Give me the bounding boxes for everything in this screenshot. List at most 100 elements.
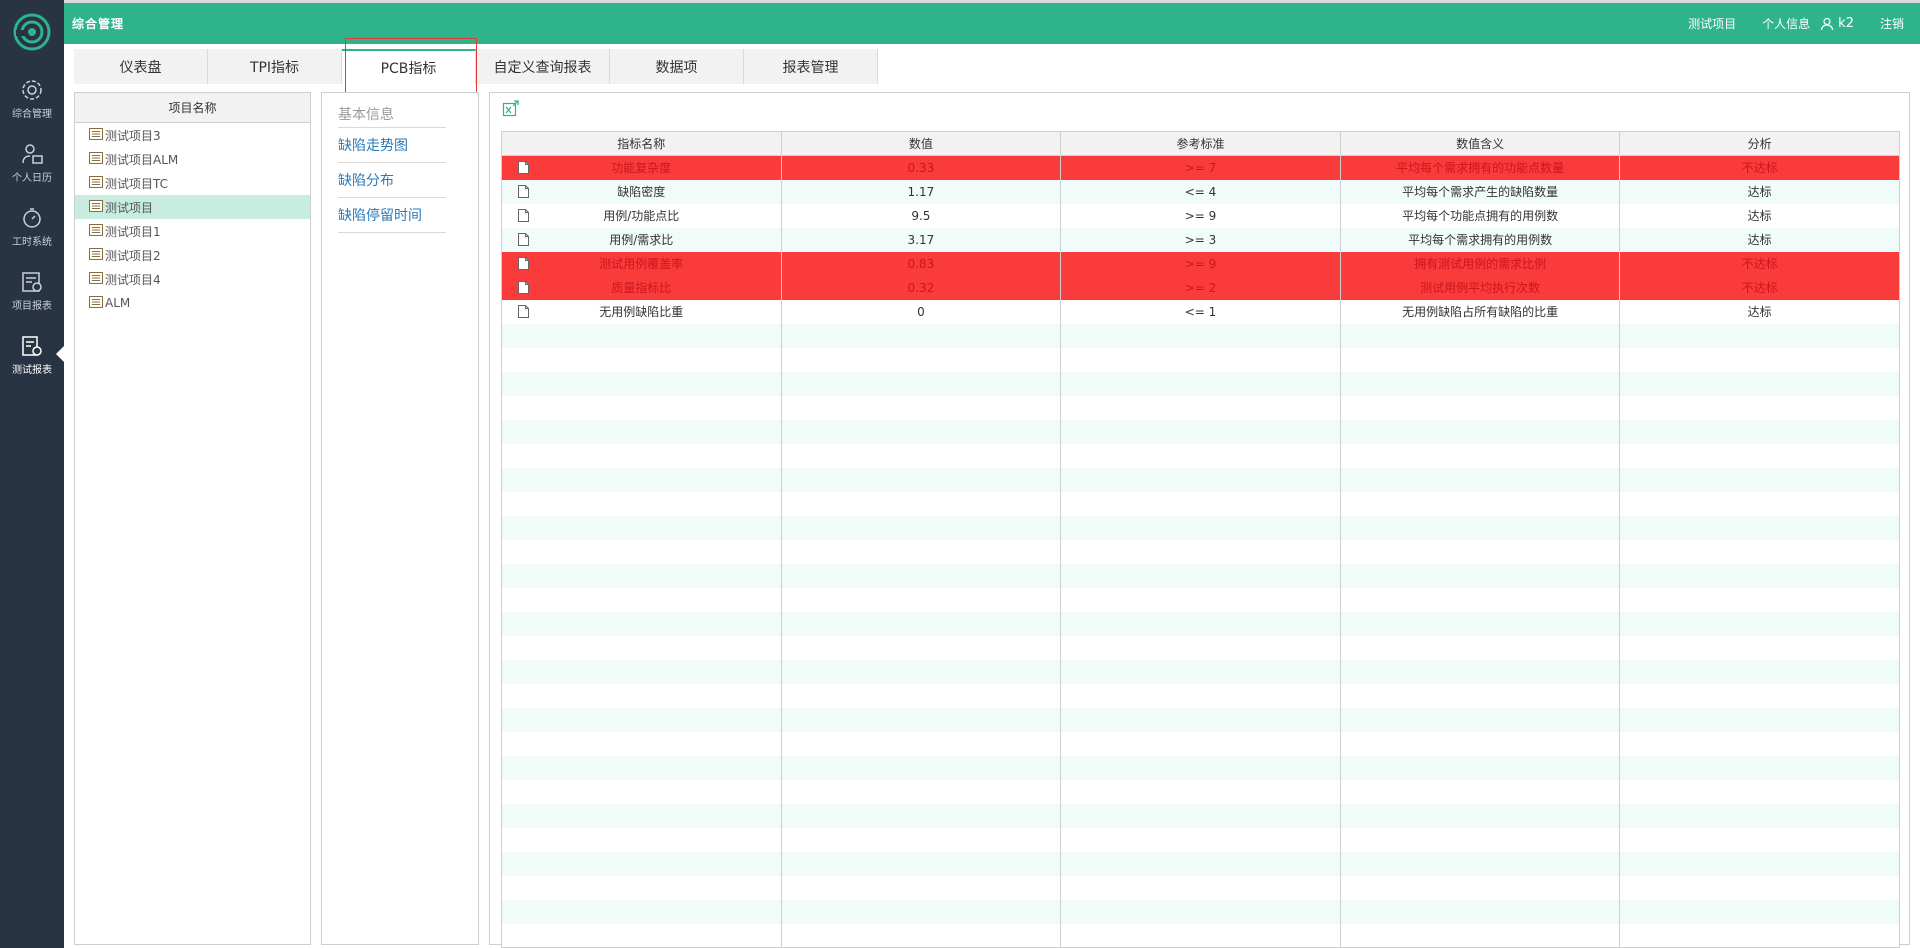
empty-cell <box>1619 515 1900 540</box>
project-name: 测试项目3 <box>105 128 161 143</box>
table-row[interactable]: 无用例缺陷比重 0 <= 1 无用例缺陷占所有缺陷的比重 达标 <box>501 299 1900 324</box>
empty-cell <box>1060 851 1341 876</box>
empty-cell <box>780 587 1062 612</box>
empty-cell <box>501 683 782 708</box>
personal-info-link[interactable]: 个人信息 <box>1762 15 1810 32</box>
table-row-empty <box>501 539 1900 564</box>
empty-cell <box>501 587 782 612</box>
metrics-table: 指标名称 数值 参考标准 数值含义 分析 功能复杂度 0.33 >= 7 平均每个需求… <box>501 131 1900 948</box>
table-row-empty <box>501 419 1900 444</box>
empty-cell <box>1339 611 1621 636</box>
empty-cell <box>1060 491 1341 516</box>
column-header[interactable]: 参考标准 <box>1060 131 1341 156</box>
empty-cell <box>780 923 1062 948</box>
column-header[interactable]: 指标名称 <box>501 131 782 156</box>
metric-standard: <= 4 <box>1060 179 1341 204</box>
metric-meaning: 平均每个功能点拥有的用例数 <box>1339 203 1621 228</box>
tab-tpi[interactable]: TPI指标 <box>208 49 342 84</box>
column-header[interactable]: 分析 <box>1619 131 1900 156</box>
project-list-item[interactable]: 测试项目4 <box>75 267 310 291</box>
table-header-row: 指标名称 数值 参考标准 数值含义 分析 <box>501 131 1900 156</box>
empty-cell <box>1060 611 1341 636</box>
submenu-basic-info[interactable]: 基本信息 <box>338 101 446 128</box>
sidebar-item-timesheet[interactable]: 工时系统 <box>0 206 64 266</box>
list-document-icon <box>89 295 103 311</box>
empty-cell <box>1060 323 1341 348</box>
table-row-empty <box>501 611 1900 636</box>
metric-standard: >= 9 <box>1060 251 1341 276</box>
empty-cell <box>1619 683 1900 708</box>
empty-cell <box>501 347 782 372</box>
project-name: 测试项目 <box>105 200 154 215</box>
empty-cell <box>780 827 1062 852</box>
empty-cell <box>1060 515 1341 540</box>
project-list-item[interactable]: 测试项目2 <box>75 243 310 267</box>
project-list-item[interactable]: 测试项目3 <box>75 123 310 147</box>
project-name: 测试项目4 <box>105 272 161 287</box>
table-row[interactable]: 测试用例覆盖率 0.83 >= 9 拥有测试用例的需求比例 不达标 <box>501 251 1900 276</box>
table-row[interactable]: 质量指标比 0.32 >= 2 测试用例平均执行次数 不达标 <box>501 275 1900 300</box>
empty-cell <box>1339 683 1621 708</box>
empty-cell <box>780 851 1062 876</box>
project-list-item[interactable]: 测试项目 <box>75 195 310 219</box>
table-row-empty <box>501 851 1900 876</box>
empty-cell <box>501 659 782 684</box>
table-row[interactable]: 功能复杂度 0.33 >= 7 平均每个需求拥有的功能点数量 不达标 <box>501 155 1900 180</box>
table-row-empty <box>501 803 1900 828</box>
metric-meaning: 拥有测试用例的需求比例 <box>1339 251 1621 276</box>
empty-cell <box>780 515 1062 540</box>
empty-cell <box>1060 467 1341 492</box>
metric-name-cell: 无用例缺陷比重 <box>501 299 782 324</box>
submenu-defect-distribution[interactable]: 缺陷分布 <box>338 163 446 198</box>
table-row-empty <box>501 659 1900 684</box>
submenu-defect-dwell-time[interactable]: 缺陷停留时间 <box>338 198 446 233</box>
table-row-empty <box>501 347 1900 372</box>
current-project-link[interactable]: 测试项目 <box>1688 15 1736 32</box>
username[interactable]: k2 <box>1838 16 1854 31</box>
tab-dashboard[interactable]: 仪表盘 <box>74 49 208 84</box>
empty-cell <box>1619 347 1900 372</box>
sidebar-item-test-report[interactable]: 测试报表 <box>0 334 64 394</box>
table-row-empty <box>501 515 1900 540</box>
table-row[interactable]: 缺陷密度 1.17 <= 4 平均每个需求产生的缺陷数量 达标 <box>501 179 1900 204</box>
sidebar-item-calendar[interactable]: 个人日历 <box>0 142 64 202</box>
table-row[interactable]: 用例/功能点比 9.5 >= 9 平均每个功能点拥有的用例数 达标 <box>501 203 1900 228</box>
empty-cell <box>1339 371 1621 396</box>
top-header: 综合管理 测试项目 个人信息 k2 注销 <box>64 3 1920 44</box>
empty-cell <box>1619 707 1900 732</box>
submenu-defect-trend[interactable]: 缺陷走势图 <box>338 128 446 163</box>
empty-cell <box>1619 371 1900 396</box>
empty-cell <box>501 515 782 540</box>
report-chart-icon <box>22 272 42 292</box>
empty-cell <box>1619 491 1900 516</box>
empty-cell <box>1619 779 1900 804</box>
empty-cell <box>501 851 782 876</box>
sidebar-item-general[interactable]: 综合管理 <box>0 78 64 138</box>
export-excel-icon[interactable] <box>502 100 520 121</box>
sidebar-item-label: 工时系统 <box>12 237 52 248</box>
file-icon <box>518 208 529 225</box>
tab-custom-query[interactable]: 自定义查询报表 <box>476 49 610 84</box>
project-list-item[interactable]: 测试项目TC <box>75 171 310 195</box>
empty-cell <box>501 731 782 756</box>
empty-cell <box>1339 635 1621 660</box>
tab-data-items[interactable]: 数据项 <box>610 49 744 84</box>
empty-cell <box>1060 635 1341 660</box>
project-list-item[interactable]: 测试项目ALM <box>75 147 310 171</box>
logout-link[interactable]: 注销 <box>1880 15 1904 32</box>
project-list-item[interactable]: 测试项目1 <box>75 219 310 243</box>
tab-highlight-box <box>345 38 477 93</box>
empty-cell <box>1339 851 1621 876</box>
empty-cell <box>1060 875 1341 900</box>
tab-report-management[interactable]: 报表管理 <box>744 49 878 84</box>
project-list-item[interactable]: ALM <box>75 291 310 315</box>
list-document-icon <box>89 247 103 263</box>
empty-cell <box>501 611 782 636</box>
sidebar-item-project-report[interactable]: 项目报表 <box>0 270 64 330</box>
empty-cell <box>501 539 782 564</box>
column-header[interactable]: 数值 <box>780 131 1062 156</box>
empty-cell <box>1060 563 1341 588</box>
table-row[interactable]: 用例/需求比 3.17 >= 3 平均每个需求拥有的用例数 达标 <box>501 227 1900 252</box>
column-header[interactable]: 数值含义 <box>1339 131 1621 156</box>
empty-cell <box>780 803 1062 828</box>
